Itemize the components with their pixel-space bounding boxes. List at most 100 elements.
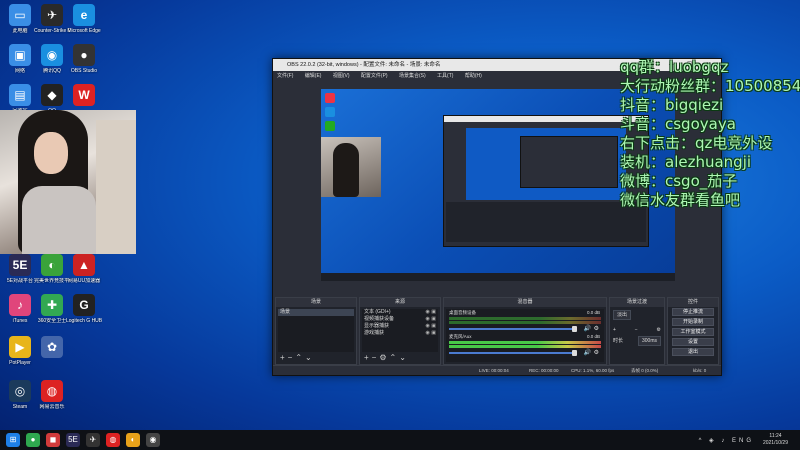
source-item[interactable]: 游戏捕获 ◉ ▣ <box>362 330 438 337</box>
transition-toolbar[interactable]: + − ⚙ <box>610 326 664 334</box>
down-icon[interactable]: ⌄ <box>305 353 315 362</box>
source-item[interactable]: 视频捕获设备 ◉ ▣ <box>362 316 438 323</box>
start-button[interactable]: ⊞ <box>6 433 20 447</box>
desktop-icon-label: 网易UU加速器 <box>67 278 101 284</box>
overlay-line: 微信水友群看鱼吧 <box>620 191 741 209</box>
desktop-icon[interactable]: ● OBS Studio <box>66 44 102 74</box>
desktop-icon-label: Microsoft Edge <box>67 28 101 34</box>
sources-toolbar[interactable]: +−⚙⌃⌄ <box>364 353 409 363</box>
app-icon: ✿ <box>41 336 63 358</box>
desktop-icon[interactable]: ◉ 腾讯QQ <box>34 44 70 74</box>
taskbar-app-icon[interactable]: ● <box>26 433 40 447</box>
scenes-list[interactable]: 场景 <box>278 309 354 352</box>
desktop-icon[interactable]: e Microsoft Edge <box>66 4 102 34</box>
gear-icon[interactable]: ⚙ <box>594 349 599 356</box>
desktop-icon[interactable]: ◎ Steam <box>2 380 38 410</box>
add-icon[interactable]: + <box>613 326 616 334</box>
desktop-icon-label: iTunes <box>12 318 28 324</box>
volume-slider[interactable]: 🔊 ⚙ <box>449 326 601 332</box>
menu-help[interactable]: 帮助(H) <box>465 73 482 79</box>
desktop-icon[interactable]: ✿ <box>34 336 70 360</box>
taskbar-app-icon[interactable]: ◍ <box>106 433 120 447</box>
app-icon: ◍ <box>41 380 63 402</box>
gear-icon[interactable]: ⚙ <box>594 325 599 332</box>
tray-icons[interactable]: ^ ◈ ♪ ENG <box>699 437 754 444</box>
desktop-icon[interactable]: ♪ iTunes <box>2 294 38 324</box>
app-icon: ▲ <box>73 254 95 276</box>
desktop-icon[interactable]: ▶ PotPlayer <box>2 336 38 366</box>
taskbar-app-icon[interactable]: ✈ <box>86 433 100 447</box>
menu-profile[interactable]: 配置文件(P) <box>361 73 388 79</box>
app-icon: ✚ <box>41 294 63 316</box>
app-icon: ● <box>73 44 95 66</box>
desktop-icon-label: 5E对战平台 <box>6 278 34 284</box>
app-icon: ▶ <box>9 336 31 358</box>
taskbar: ^ ◈ ♪ ENG 11:24 2021/10/29 ⊞ ● ◼ 5E ✈ ◍ ◐ ◉ <box>0 430 800 450</box>
taskbar-app-icon[interactable]: ◉ <box>146 433 160 447</box>
menu-view[interactable]: 视图(V) <box>333 73 350 79</box>
taskbar-app-icon[interactable]: 5E <box>66 433 80 447</box>
stop-stream-button[interactable]: 停止推流 <box>672 308 714 316</box>
desktop-icon-label: 网易云音乐 <box>39 404 65 410</box>
preview-nested-obs <box>443 115 649 247</box>
sources-dock-title: 来源 <box>360 298 440 307</box>
duration-input[interactable]: 300ms <box>637 336 661 346</box>
add-icon[interactable]: + <box>364 353 372 362</box>
desktop-icon[interactable]: ▭ 此电脑 <box>2 4 38 34</box>
menu-tools[interactable]: 工具(T) <box>437 73 453 79</box>
menu-file[interactable]: 文件(F) <box>277 73 293 79</box>
up-icon[interactable]: ⌃ <box>295 353 305 362</box>
app-icon: 5E <box>9 254 31 276</box>
desktop-icon[interactable]: ▲ 网易UU加速器 <box>66 254 102 284</box>
desktop-icon[interactable]: W <box>66 84 102 108</box>
studio-mode-button[interactable]: 工作室模式 <box>672 328 714 336</box>
eye-lock-icon: ◉ ▣ <box>425 323 436 329</box>
app-icon: ✈ <box>41 4 63 26</box>
sources-list[interactable]: 文本 (GDI+) ◉ ▣ 视频捕获设备 ◉ ▣ 显示器捕获 ◉ ▣ 游戏捕获 ◉ ▣ <box>362 309 438 352</box>
app-icon: ▭ <box>9 4 31 26</box>
desktop-icon[interactable]: 5E 5E对战平台 <box>2 254 38 284</box>
speaker-icon[interactable]: 🔊 <box>584 325 591 332</box>
overlay-line: 装机：alezhuangji <box>620 153 752 171</box>
app-icon: ◆ <box>41 84 63 106</box>
remove-icon[interactable]: − <box>635 326 638 334</box>
chair-shape <box>96 120 136 254</box>
start-record-button[interactable]: 开始录制 <box>672 318 714 326</box>
desktop-icon[interactable]: ◐ 完美世界竞技平台 <box>34 254 70 284</box>
down-icon[interactable]: ⌄ <box>399 353 409 362</box>
app-icon: ▤ <box>9 84 31 106</box>
mixer-channel-mic: 麦克风/Aux 0.0 dB 🔊 ⚙ <box>446 333 604 357</box>
taskbar-app-icon[interactable]: ◼ <box>46 433 60 447</box>
body-shape <box>22 186 96 254</box>
menu-edit[interactable]: 编辑(E) <box>305 73 322 79</box>
scenes-dock: 场景 场景 +−⌃⌄ <box>275 297 357 365</box>
clock-time: 11:24 <box>769 433 782 439</box>
menu-scene-collection[interactable]: 场景集合(S) <box>399 73 426 79</box>
overlay-line: 斗音：csgoyaya <box>620 115 736 133</box>
mixer-dock-title: 混音器 <box>444 298 606 307</box>
transition-select[interactable]: 淡出 <box>613 310 632 320</box>
speaker-icon[interactable]: 🔊 <box>584 349 591 356</box>
obs-statusbar: LIVE: 00:00:04 REC: 00:00:00 CPU: 1.1%, … <box>273 365 721 375</box>
source-item[interactable]: 显示器捕获 ◉ ▣ <box>362 323 438 330</box>
volume-meter <box>449 341 601 344</box>
settings-button[interactable]: 设置 <box>672 338 714 346</box>
up-icon[interactable]: ⌃ <box>390 353 400 362</box>
obs-title-text: OBS 22.0.2 (32-bit, windows) - 配置文件: 未命名… <box>287 62 441 68</box>
desktop-icon[interactable]: ◍ 网易云音乐 <box>34 380 70 410</box>
exit-button[interactable]: 退出 <box>672 348 714 356</box>
desktop-icon[interactable]: G Logitech G HUB <box>66 294 102 324</box>
volume-slider[interactable]: 🔊 ⚙ <box>449 350 601 356</box>
scenes-toolbar[interactable]: +−⌃⌄ <box>280 353 315 363</box>
desktop-icon[interactable]: ✚ 360安全卫士 <box>34 294 70 324</box>
source-item[interactable]: 文本 (GDI+) ◉ ▣ <box>362 309 438 316</box>
taskbar-app-icon[interactable]: ◐ <box>126 433 140 447</box>
scene-item[interactable]: 场景 <box>278 309 354 316</box>
add-icon[interactable]: + <box>280 353 288 362</box>
desktop-icon[interactable]: ▣ 网络 <box>2 44 38 74</box>
gear-icon[interactable]: ⚙ <box>657 326 661 334</box>
preview-taskbar <box>321 273 675 281</box>
gear-icon[interactable]: ⚙ <box>379 353 389 362</box>
clock[interactable]: 11:24 2021/10/29 <box>763 433 788 447</box>
desktop-icon[interactable]: ✈ Counter-Strike Global Offensive <box>34 4 70 34</box>
